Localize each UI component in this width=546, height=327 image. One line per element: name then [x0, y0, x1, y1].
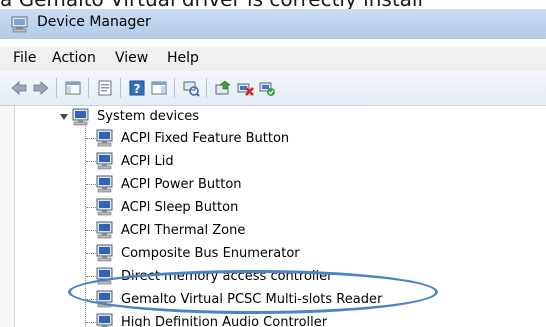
back-arrow-icon[interactable] [10, 79, 28, 97]
window-title: Device Manager [37, 14, 151, 30]
tree-item-device[interactable]: ACPI Fixed Feature Button [121, 131, 289, 146]
toolbar: ? [0, 71, 546, 106]
device-icon [96, 175, 113, 193]
menu-action[interactable]: Action [52, 50, 96, 66]
collapse-arrow-icon[interactable] [60, 114, 68, 120]
scan-hardware-changes-icon[interactable] [182, 79, 200, 97]
help-icon[interactable]: ? [128, 79, 146, 97]
menu-file[interactable]: File [13, 50, 36, 66]
menu-view[interactable]: View [115, 50, 148, 66]
update-driver-icon[interactable] [214, 79, 232, 97]
title-bar[interactable]: Device Manager [0, 9, 546, 39]
tree-item-device[interactable]: High Definition Audio Controller [121, 315, 327, 327]
left-pane-edge [0, 106, 15, 327]
device-icon [96, 152, 113, 170]
device-icon [96, 244, 113, 262]
device-manager-icon [11, 16, 28, 33]
show-hide-console-tree-icon[interactable] [64, 79, 82, 97]
enable-device-icon[interactable] [258, 79, 276, 97]
tree-item-device[interactable]: ACPI Power Button [121, 177, 242, 192]
properties-icon[interactable] [96, 79, 114, 97]
device-icon [96, 221, 113, 239]
show-action-pane-icon[interactable] [150, 79, 168, 97]
highlight-ellipse [68, 270, 438, 314]
svg-text:?: ? [134, 82, 141, 96]
system-devices-icon [72, 108, 89, 126]
tree-item-device[interactable]: ACPI Sleep Button [121, 200, 238, 215]
tree-item-device[interactable]: Composite Bus Enumerator [121, 246, 300, 261]
device-icon [96, 198, 113, 216]
tree-category-system-devices[interactable]: System devices [97, 109, 199, 124]
menu-bar: File Action View Help [0, 47, 546, 71]
tree-item-device[interactable]: ACPI Lid [121, 154, 174, 169]
device-icon [96, 129, 113, 147]
forward-arrow-icon[interactable] [32, 79, 50, 97]
uninstall-device-icon[interactable] [236, 79, 254, 97]
device-icon [96, 313, 113, 327]
menu-help[interactable]: Help [167, 50, 199, 66]
tree-item-device[interactable]: ACPI Thermal Zone [121, 223, 245, 238]
